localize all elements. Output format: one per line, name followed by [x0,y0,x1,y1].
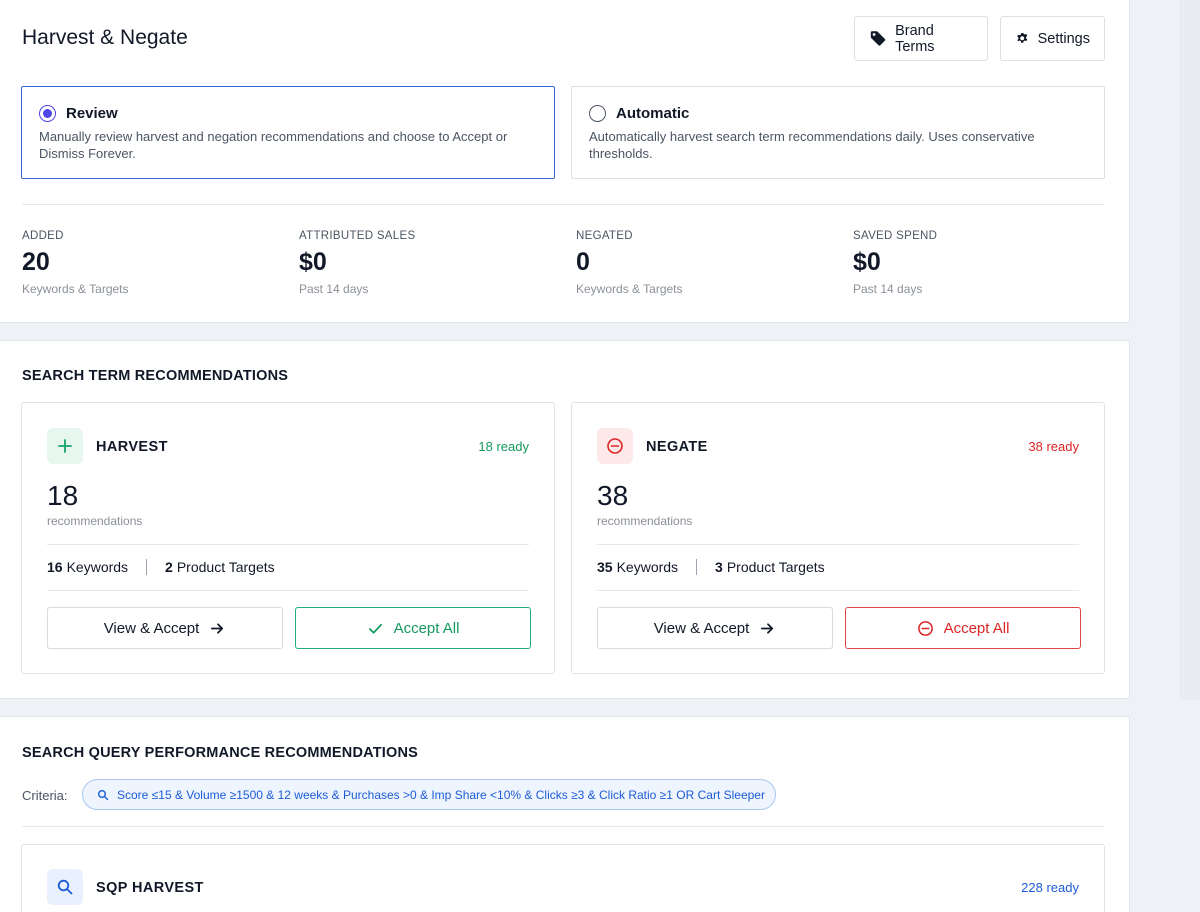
stat-label: ADDED [22,230,64,242]
harvest-targets-label: Product Targets [176,559,275,575]
brand-terms-label: Brand Terms [895,22,935,55]
negate-keywords-label: Keywords [616,559,679,575]
harvest-targets-count: 2 [165,559,173,575]
settings-label: Settings [1037,30,1090,47]
scrollbar-thumb[interactable] [1178,0,1200,700]
harvest-keywords-count: 16 [47,559,63,575]
negate-ready-badge: 38 ready [1028,439,1079,454]
overview-panel: Harvest & Negate Brand Terms Settings Re… [0,0,1130,323]
automatic-mode-option[interactable]: Automatic Automatically harvest search t… [571,86,1105,179]
brand-terms-button[interactable]: Brand Terms [854,16,988,61]
divider [597,590,1079,591]
search-icon [47,869,83,905]
harvest-title: HARVEST [96,439,168,455]
criteria-label: Criteria: [22,788,68,803]
review-mode-option[interactable]: Review Manually review harvest and negat… [21,86,555,179]
negate-view-accept-button[interactable]: View & Accept [597,607,833,649]
divider [47,544,529,545]
negate-card: NEGATE 38 ready 38 recommendations 35 Ke… [571,402,1105,674]
negate-title: NEGATE [646,439,708,455]
harvest-breakdown: 16 Keywords 2 Product Targets [47,559,275,575]
automatic-mode-description: Automatically harvest search term recomm… [589,129,1035,161]
negate-count-label: recommendations [597,514,693,528]
stat-label: SAVED SPEND [853,230,938,242]
harvest-view-accept-button[interactable]: View & Accept [47,607,283,649]
review-mode-description: Manually review harvest and negation rec… [39,129,508,161]
stat-value: 20 [22,248,50,276]
sqp-section-title: SEARCH QUERY PERFORMANCE RECOMMENDATIONS [22,745,419,761]
stat-added: ADDED 20 Keywords & Targets [22,230,262,296]
gear-icon [1017,32,1028,43]
negate-targets-count: 3 [715,559,723,575]
stat-sub: Past 14 days [853,282,923,296]
stat-saved-spend: SAVED SPEND $0 Past 14 days [853,230,1093,296]
view-accept-label: View & Accept [103,619,200,637]
minus-circle-icon [597,428,633,464]
stat-value: $0 [299,248,327,276]
review-radio[interactable] [39,105,56,122]
automatic-mode-title: Automatic [616,105,690,122]
arrow-right-icon [211,622,224,634]
plus-icon [47,428,83,464]
negate-keywords-count: 35 [597,559,613,575]
sqp-harvest-ready-badge: 228 ready [1021,880,1079,895]
harvest-card: HARVEST 18 ready 18 recommendations 16 K… [21,402,555,674]
review-mode-title: Review [66,105,118,122]
divider [47,590,529,591]
harvest-count: 18 [47,480,79,511]
view-accept-label: View & Accept [653,619,750,637]
accept-all-label: Accept All [943,619,1010,637]
harvest-keywords-label: Keywords [66,559,129,575]
stat-label: NEGATED [576,230,633,242]
negate-breakdown: 35 Keywords 3 Product Targets [597,559,825,575]
harvest-count-label: recommendations [47,514,143,528]
stat-sub: Keywords & Targets [22,282,129,296]
stat-value: 0 [576,248,590,276]
stat-value: $0 [853,248,881,276]
search-term-section-title: SEARCH TERM RECOMMENDATIONS [22,368,289,384]
sqp-harvest-title: SQP HARVEST [96,880,204,896]
criteria-text: Score ≤15 & Volume ≥1500 & 12 weeks & Pu… [117,787,765,802]
negate-count: 38 [597,480,629,511]
divider [597,544,1079,545]
stat-label: ATTRIBUTED SALES [299,230,416,242]
accept-all-label: Accept All [393,619,460,637]
separator [696,559,698,575]
stat-negated: NEGATED 0 Keywords & Targets [576,230,816,296]
stat-attributed-sales: ATTRIBUTED SALES $0 Past 14 days [299,230,539,296]
search-icon [98,789,109,800]
stat-sub: Past 14 days [299,282,369,296]
negate-targets-label: Product Targets [726,559,825,575]
settings-button[interactable]: Settings [1000,16,1105,61]
harvest-ready-badge: 18 ready [478,439,529,454]
automatic-radio[interactable] [589,105,606,122]
criteria-pill[interactable]: Score ≤15 & Volume ≥1500 & 12 weeks & Pu… [82,779,776,810]
tag-icon [870,31,886,46]
sqp-harvest-card: SQP HARVEST 228 ready [21,844,1105,912]
check-icon [368,623,382,634]
criteria-divider [22,826,1105,827]
arrow-right-icon [761,622,774,634]
page-scrollbar[interactable] [1130,0,1200,912]
stats-divider [22,204,1105,205]
minus-circle-icon [917,620,933,636]
negate-accept-all-button[interactable]: Accept All [845,607,1081,649]
stat-sub: Keywords & Targets [576,282,683,296]
harvest-accept-all-button[interactable]: Accept All [295,607,531,649]
separator [146,559,148,575]
page-title: Harvest & Negate [22,26,188,49]
